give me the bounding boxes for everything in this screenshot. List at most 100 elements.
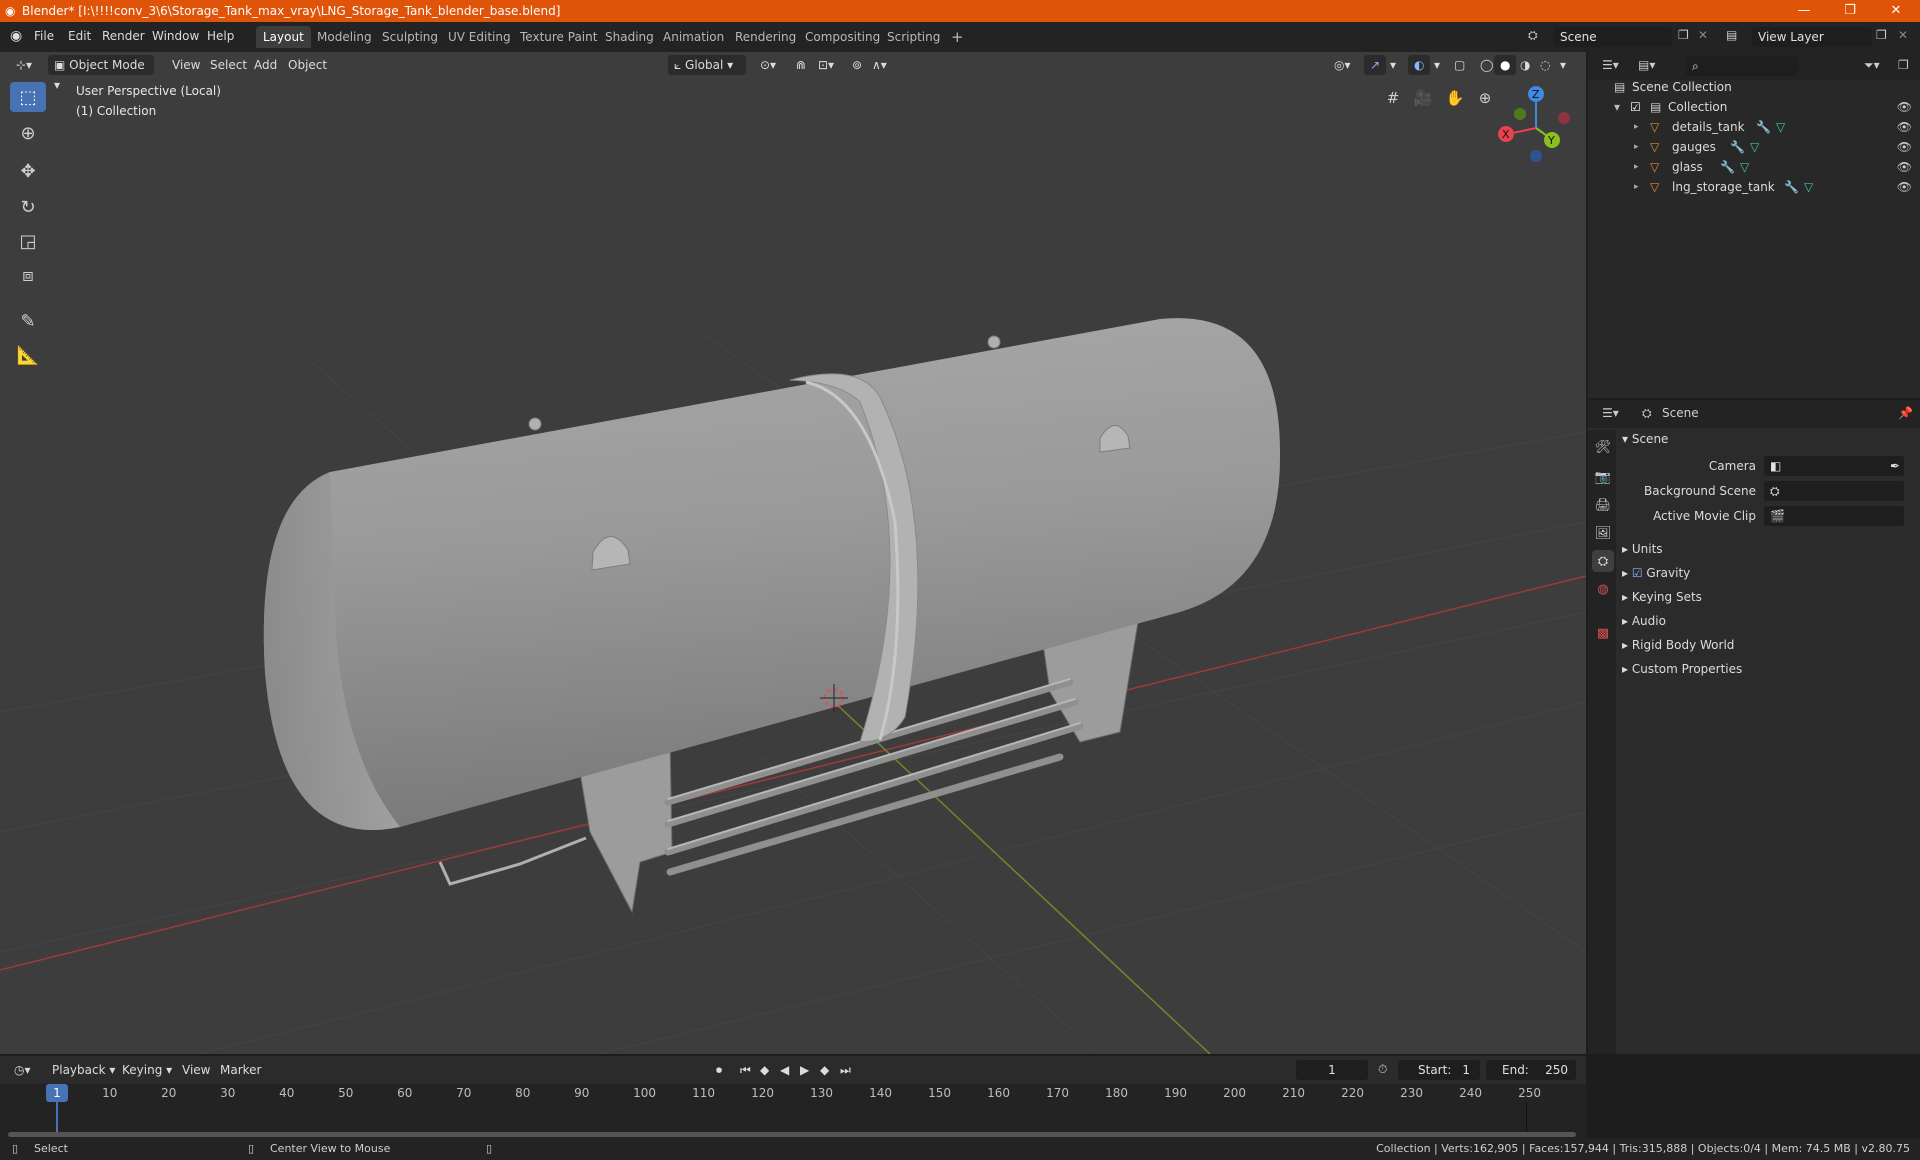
menu-keying[interactable]: Keying ▾ [116, 1060, 178, 1080]
stopwatch-icon[interactable]: ⏱ [1378, 1062, 1387, 1077]
audio-panel[interactable]: ▸ Audio [1622, 610, 1666, 632]
falloff-icon[interactable]: ∧▾ [866, 55, 893, 75]
minimize-button[interactable]: — [1784, 0, 1824, 22]
editor-type-icon[interactable]: ⊹▾ [10, 55, 38, 75]
new-scene-icon[interactable]: ❐ [1678, 28, 1689, 42]
shading-dropdown-icon[interactable]: ▾ [1554, 55, 1572, 75]
eye-icon[interactable]: 👁 [1897, 117, 1912, 137]
play-icon[interactable]: ▶ [794, 1060, 815, 1080]
object-mode-dropdown[interactable]: ▣ Object Mode ▾ [48, 55, 154, 92]
eye-icon[interactable]: 👁 [1897, 137, 1912, 157]
navigation-gizmo[interactable]: Z X Y [1498, 86, 1570, 162]
checkbox-icon[interactable]: ☑ [1630, 97, 1641, 117]
tab-layout[interactable]: Layout [256, 26, 311, 48]
3d-viewport[interactable]: Z X Y ⊹▾ ▣ Object Mode ▾ View Select Add… [0, 52, 1586, 1054]
expand-arrow-icon[interactable]: ▸ [1634, 157, 1639, 177]
menu-help[interactable]: Help [207, 29, 234, 43]
camera-view-icon[interactable]: 🎥 [1410, 85, 1436, 111]
measure-tool[interactable]: 📐 [10, 340, 46, 370]
menu-marker[interactable]: Marker [214, 1060, 267, 1080]
xray-icon[interactable]: ▢ [1448, 55, 1471, 75]
custom-properties-panel[interactable]: ▸ Custom Properties [1622, 658, 1742, 680]
pivot-point-icon[interactable]: ⊙▾ [754, 55, 782, 75]
delete-view-layer-icon[interactable]: ✕ [1898, 28, 1908, 42]
current-frame-field[interactable]: 1 [1296, 1060, 1368, 1080]
expand-arrow-icon[interactable]: ▸ [1634, 137, 1639, 157]
transform-orientation-dropdown[interactable]: ⟀ Global ▾ [668, 55, 746, 75]
outliner-search-input[interactable]: ⌕ [1686, 56, 1798, 76]
close-button[interactable]: ✕ [1876, 0, 1916, 22]
overlay-dropdown-icon[interactable]: ▾ [1428, 55, 1446, 75]
menu-file[interactable]: File [34, 29, 54, 43]
menu-window[interactable]: Window [152, 29, 199, 43]
eye-icon[interactable]: 👁 [1897, 97, 1912, 117]
gravity-panel[interactable]: ▸ ☑ Gravity [1622, 562, 1690, 584]
gizmo-toggle-icon[interactable]: ↗ [1364, 55, 1387, 75]
tab-compositing[interactable]: Compositing [798, 26, 887, 48]
keying-sets-panel[interactable]: ▸ Keying Sets [1622, 586, 1702, 608]
scene-field[interactable]: Scene [1554, 27, 1672, 47]
texture-tab-icon[interactable]: ▩ [1592, 622, 1614, 644]
tab-modeling[interactable]: Modeling [310, 26, 379, 48]
expand-arrow-icon[interactable]: ▸ [1634, 117, 1639, 137]
new-view-layer-icon[interactable]: ❐ [1876, 28, 1887, 42]
view-layer-icon[interactable]: ▤ [1726, 28, 1737, 42]
background-scene-field[interactable]: ⛭ [1764, 481, 1904, 501]
outliner-row-glass[interactable]: ▸ ▽ glass 🔧 ▽ 👁 [1588, 157, 1920, 177]
properties-editor-type-icon[interactable]: ☰▾ [1602, 406, 1619, 420]
menu-select[interactable]: Select [204, 55, 253, 75]
select-box-tool[interactable]: ⬚ [10, 82, 46, 112]
jump-keyframe-back-icon[interactable]: ◆ [754, 1060, 775, 1080]
outliner-row-lng-storage-tank[interactable]: ▸ ▽ lng_storage_tank 🔧 ▽ 👁 [1588, 177, 1920, 197]
menu-view[interactable]: View [166, 55, 206, 75]
delete-scene-icon[interactable]: ✕ [1698, 28, 1708, 42]
timeline-editor-type-icon[interactable]: ◷▾ [8, 1060, 37, 1080]
expand-arrow-icon[interactable]: ▾ [1614, 97, 1620, 117]
move-tool[interactable]: ✥ [10, 156, 46, 186]
view-layer-field[interactable]: View Layer [1752, 27, 1872, 47]
menu-timeline-view[interactable]: View [176, 1060, 216, 1080]
snap-icon[interactable]: ⋒ [790, 55, 812, 75]
view-layer-tab-icon[interactable]: 🖼 [1592, 522, 1614, 544]
pin-icon[interactable]: 📌 [1898, 406, 1913, 420]
jump-keyframe-forward-icon[interactable]: ◆ [814, 1060, 835, 1080]
menu-edit[interactable]: Edit [68, 29, 91, 43]
scene-selector-icon[interactable]: ⛭ [1528, 28, 1538, 43]
outliner-editor-type-icon[interactable]: ☰▾ [1602, 58, 1619, 72]
tab-rendering[interactable]: Rendering [728, 26, 803, 48]
timeline-scrollbar[interactable] [8, 1132, 1576, 1137]
expand-arrow-icon[interactable]: ▸ [1634, 177, 1639, 197]
visibility-icon[interactable]: ◎▾ [1328, 55, 1357, 75]
eye-icon[interactable]: 👁 [1897, 177, 1912, 197]
menu-playback[interactable]: Playback ▾ [46, 1060, 121, 1080]
output-tab-icon[interactable]: 🖨 [1592, 494, 1614, 516]
rotate-tool[interactable]: ↻ [10, 192, 46, 222]
cursor-tool[interactable]: ⊕ [10, 118, 46, 148]
toggle-grid-icon[interactable]: # [1380, 85, 1406, 111]
add-workspace-button[interactable]: + [944, 26, 971, 48]
tool-tab-icon[interactable]: 🛠 [1592, 436, 1614, 458]
tab-shading[interactable]: Shading [598, 26, 661, 48]
playhead[interactable]: 1 [46, 1084, 68, 1102]
outliner-row-gauges[interactable]: ▸ ▽ gauges 🔧 ▽ 👁 [1588, 137, 1920, 157]
maximize-button[interactable]: ❐ [1830, 0, 1870, 22]
eye-icon[interactable]: 👁 [1897, 157, 1912, 177]
snap-target-icon[interactable]: ⊡▾ [812, 55, 840, 75]
new-collection-icon[interactable]: ❐ [1898, 58, 1909, 72]
menu-render[interactable]: Render [102, 29, 145, 43]
end-frame-field[interactable]: End: 250 [1486, 1060, 1576, 1080]
world-tab-icon[interactable]: ◍ [1592, 578, 1614, 600]
scale-tool[interactable]: ◲ [10, 226, 46, 256]
menu-object[interactable]: Object [282, 55, 333, 75]
menu-add[interactable]: Add [248, 55, 283, 75]
tab-sculpting[interactable]: Sculpting [375, 26, 445, 48]
outliner-row-scene-collection[interactable]: ▤ Scene Collection [1588, 77, 1920, 97]
blender-menu-icon[interactable]: ◉ [10, 28, 22, 44]
viewport-scene[interactable]: Z X Y [0, 52, 1586, 1054]
lng-storage-tank-mesh[interactable] [263, 318, 1281, 831]
filter-icon[interactable]: ⏷▾ [1864, 58, 1880, 73]
timeline-ruler[interactable]: 10 20 30 40 50 60 70 80 90 100 110 120 130 140 150 160 1… [0, 1084, 1586, 1138]
start-frame-field[interactable]: Start: 1 [1398, 1060, 1480, 1080]
eyedropper-icon[interactable]: ✒ [1890, 456, 1900, 476]
transform-tool[interactable]: ⧈ [10, 260, 46, 290]
